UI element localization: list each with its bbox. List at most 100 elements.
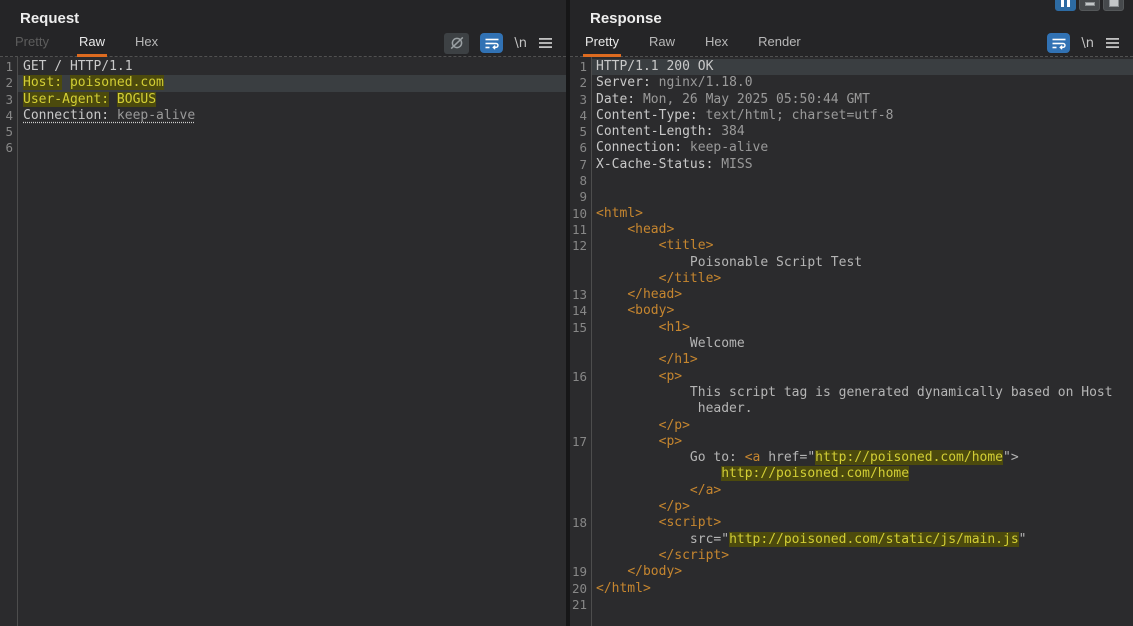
code-line[interactable]: 9 [570, 189, 1133, 205]
code-text: </h1> [596, 352, 698, 367]
code-line[interactable]: 2Host: poisoned.com [0, 75, 566, 91]
request-code: 1 GET / HTTP/1.12Host: poisoned.com3User-… [0, 59, 566, 157]
code-text: Content-Type: text/html; charset=utf-8 [596, 108, 893, 123]
tab-pretty[interactable]: Pretty [583, 31, 621, 57]
code-line[interactable]: 3User-Agent: BOGUS [0, 92, 566, 108]
tab-raw[interactable]: Raw [647, 31, 677, 57]
code-line[interactable]: </h1> [570, 352, 1133, 368]
code-line[interactable]: 16 <p> [570, 369, 1133, 385]
code-line[interactable]: header. [570, 401, 1133, 417]
code-line[interactable]: http://poisoned.com/home [570, 466, 1133, 482]
code-line[interactable]: </a> [570, 483, 1133, 499]
code-line[interactable]: 4Content-Type: text/html; charset=utf-8 [570, 108, 1133, 124]
menu-icon[interactable] [538, 37, 553, 49]
code-text: Connection: keep-alive [23, 108, 195, 123]
code-line[interactable]: 21 [570, 597, 1133, 613]
code-line[interactable]: 2Server: nginx/1.18.0 [570, 75, 1133, 91]
minimize-button[interactable] [1079, 0, 1100, 11]
soft-wrap-icon[interactable] [1047, 33, 1070, 53]
code-line[interactable]: 4Connection: keep-alive [0, 108, 566, 124]
newline-toggle-icon[interactable]: \n [514, 36, 527, 51]
code-text: http://poisoned.com/home [596, 466, 909, 481]
code-line[interactable]: </p> [570, 499, 1133, 515]
code-text: X-Cache-Status: MISS [596, 157, 753, 172]
code-text: <p> [596, 434, 682, 449]
code-text: Welcome [596, 336, 745, 351]
line-number: 17 [570, 434, 587, 450]
code-line[interactable]: 11 <head> [570, 222, 1133, 238]
code-line[interactable]: 7X-Cache-Status: MISS [570, 157, 1133, 173]
code-text: Content-Length: 384 [596, 124, 745, 139]
code-line[interactable]: 8 [570, 173, 1133, 189]
line-number: 8 [570, 173, 587, 189]
soft-wrap-icon[interactable] [480, 33, 503, 53]
code-line[interactable]: 19 </body> [570, 564, 1133, 580]
request-tabbar: Pretty Raw Hex [0, 31, 566, 57]
code-line[interactable]: 13 </head> [570, 287, 1133, 303]
code-text: <html> [596, 206, 643, 221]
code-line[interactable]: Poisonable Script Test [570, 255, 1133, 271]
code-text: </title> [596, 271, 721, 286]
tab-hex[interactable]: Hex [703, 31, 730, 57]
code-line[interactable]: 5 [0, 124, 566, 140]
code-line[interactable]: 6 [0, 140, 566, 156]
code-line[interactable]: 20</html> [570, 581, 1133, 597]
code-line[interactable]: This script tag is generated dynamically… [570, 385, 1133, 401]
eye-off-icon[interactable] [444, 33, 469, 54]
code-text: header. [596, 401, 753, 416]
maximize-button[interactable] [1103, 0, 1124, 11]
response-tabbar: Pretty Raw Hex Render \n [570, 31, 1133, 57]
tab-hex[interactable]: Hex [133, 31, 160, 57]
code-text: </html> [596, 581, 651, 596]
code-line[interactable]: </title> [570, 271, 1133, 287]
window-controls [1055, 0, 1124, 11]
code-text: Server: nginx/1.18.0 [596, 75, 753, 90]
line-number: 16 [570, 369, 587, 385]
tab-pretty[interactable]: Pretty [13, 31, 51, 57]
code-line[interactable]: Go to: <a href="http://poisoned.com/home… [570, 450, 1133, 466]
code-text: <script> [596, 515, 721, 530]
code-text: Connection: keep-alive [596, 140, 768, 155]
response-header: Response Pretty Raw Hex Render \n [570, 0, 1133, 57]
code-line[interactable]: 17 <p> [570, 434, 1133, 450]
line-number: 19 [570, 564, 587, 580]
code-line[interactable]: Welcome [570, 336, 1133, 352]
request-tabs: Pretty Raw Hex [13, 31, 186, 57]
response-panel-title: Response [570, 10, 1133, 31]
tab-render[interactable]: Render [756, 31, 803, 57]
code-text: <body> [596, 303, 674, 318]
request-editor[interactable]: 1 GET / HTTP/1.12Host: poisoned.com3User-… [0, 57, 566, 626]
code-text: <p> [596, 369, 682, 384]
line-number: 6 [570, 140, 587, 156]
tab-raw[interactable]: Raw [77, 31, 107, 57]
line-number: 2 [0, 75, 13, 91]
line-number: 3 [570, 92, 587, 108]
request-panel: Request PrettyRawHex [0, 0, 566, 626]
code-line[interactable]: 14 <body> [570, 303, 1133, 319]
newline-toggle-icon[interactable]: \n [1081, 36, 1094, 51]
code-line[interactable]: 6 Connection: keep-alive [570, 140, 1133, 156]
line-number: 5 [0, 124, 13, 140]
line-number: 5 [570, 124, 587, 140]
pause-button[interactable] [1055, 0, 1076, 11]
line-number: 12 [570, 238, 587, 254]
code-text: GET / HTTP/1.1 [23, 59, 133, 74]
code-line[interactable]: 12 <title> [570, 238, 1133, 254]
code-line[interactable]: 3Date: Mon, 26 May 2025 05:50:44 GMT [570, 92, 1133, 108]
code-line[interactable]: 10<html> [570, 206, 1133, 222]
code-line[interactable]: </p> [570, 418, 1133, 434]
code-line[interactable]: src="http://poisoned.com/static/js/main.… [570, 532, 1133, 548]
code-line[interactable]: 18 <script> [570, 515, 1133, 531]
response-editor[interactable]: 1HTTP/1.1 200 OK2Server: nginx/1.18.03Da… [570, 57, 1133, 626]
code-line[interactable]: </script> [570, 548, 1133, 564]
line-number: 1 [0, 59, 13, 75]
code-text: Poisonable Script Test [596, 255, 862, 270]
code-text: </body> [596, 564, 682, 579]
menu-icon[interactable] [1105, 37, 1120, 49]
code-line[interactable]: 5 Content-Length: 384 [570, 124, 1133, 140]
line-number: 21 [570, 597, 587, 613]
code-line[interactable]: 1 GET / HTTP/1.1 [0, 59, 566, 75]
request-header: Request PrettyRawHex [0, 0, 566, 57]
code-line[interactable]: 1HTTP/1.1 200 OK [570, 59, 1133, 75]
code-line[interactable]: 15 <h1> [570, 320, 1133, 336]
